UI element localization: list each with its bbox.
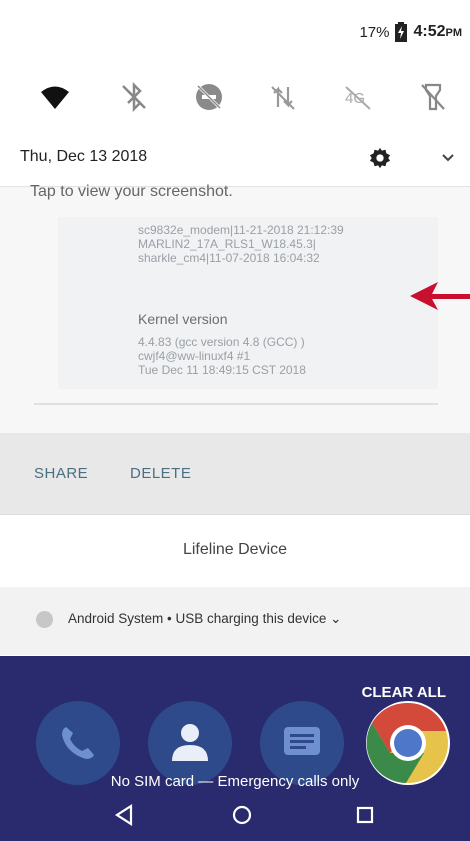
4g-tile[interactable]: 4G (321, 72, 396, 122)
bluetooth-off-icon (122, 81, 146, 113)
clock-ampm: PM (445, 27, 463, 39)
mobile-data-tile[interactable] (246, 72, 321, 122)
clock: 4:52PM (413, 23, 462, 41)
flashlight-tile[interactable] (395, 72, 470, 122)
system-notification-text: Android System • USB charging this devic… (68, 611, 342, 626)
svg-text:4G: 4G (345, 90, 365, 107)
wifi-icon (41, 86, 70, 109)
lifeline-text: Lifeline Device (182, 541, 288, 558)
screenshot-preview[interactable]: sc9832e_modem|11-21-2018 21:12:39 MARLIN… (58, 217, 438, 389)
home-icon (232, 805, 252, 825)
preview-heading: Kernel version (138, 311, 228, 327)
do-not-disturb-off-icon (195, 84, 222, 110)
do-not-disturb-tile[interactable] (171, 72, 246, 122)
no-sim-status: No SIM card — Emergency calls only (110, 773, 360, 790)
preview-line: sharkle_cm4|11-07-2018 16:04:32 (138, 251, 320, 265)
preview-line: sc9832e_modem|11-21-2018 21:12:39 (138, 223, 344, 237)
contacts-icon (172, 724, 208, 761)
notification-actions: SHARE DELETE (0, 433, 470, 515)
preview-line: 4.4.83 (gcc version 4.8 (GCC) ) (138, 335, 305, 349)
status-bar: 17% 4:52PM (0, 0, 470, 64)
gear-icon (369, 147, 391, 169)
screenshot-notification[interactable]: Tap to view your screenshot. sc9832e_mod… (0, 183, 470, 515)
notification-text: Tap to view your screenshot. (30, 183, 233, 200)
messages-icon (284, 727, 320, 755)
header-row: Thu, Dec 13 2018 (0, 140, 470, 178)
quick-settings-row: 4G (0, 64, 470, 130)
home-button[interactable] (222, 798, 262, 832)
wifi-tile[interactable] (18, 72, 93, 122)
preview-line: Tue Dec 11 18:49:15 CST 2018 (138, 363, 306, 377)
status-indicators: 17% 4:52PM (359, 22, 462, 42)
battery-percentage: 17% (359, 23, 390, 41)
android-system-notification[interactable]: Android System • USB charging this devic… (0, 587, 470, 655)
preview-line: MARLIN2_17A_RLS1_W18.45.3| (138, 237, 316, 251)
expand-button[interactable] (437, 147, 459, 169)
data-off-icon (271, 86, 296, 110)
red-arrow-icon (410, 282, 470, 310)
recents-area: CLEAR ALL No SIM card — Emergency calls … (0, 656, 470, 841)
recents-icon (356, 806, 374, 824)
recents-button[interactable] (345, 798, 385, 832)
back-icon (114, 804, 133, 826)
clock-time: 4:52 (413, 23, 446, 40)
settings-button[interactable] (367, 145, 393, 171)
bluetooth-tile[interactable] (97, 72, 172, 122)
4g-off-icon: 4G (345, 86, 371, 110)
back-button[interactable] (104, 798, 144, 832)
divider (34, 403, 438, 405)
preview-line: cwjf4@ww-linuxf4 #1 (138, 349, 251, 363)
chevron-down-icon (442, 154, 454, 162)
flashlight-off-icon (420, 83, 445, 111)
delete-button[interactable]: DELETE (130, 465, 191, 482)
android-system-icon (36, 611, 53, 628)
share-button[interactable]: SHARE (34, 465, 88, 482)
lifeline-notification[interactable]: Lifeline Device (0, 514, 470, 588)
battery-charging-icon (395, 22, 408, 42)
date-label: Thu, Dec 13 2018 (20, 148, 148, 165)
phone-icon (62, 727, 94, 759)
clear-all-button[interactable]: CLEAR ALL (362, 684, 446, 701)
